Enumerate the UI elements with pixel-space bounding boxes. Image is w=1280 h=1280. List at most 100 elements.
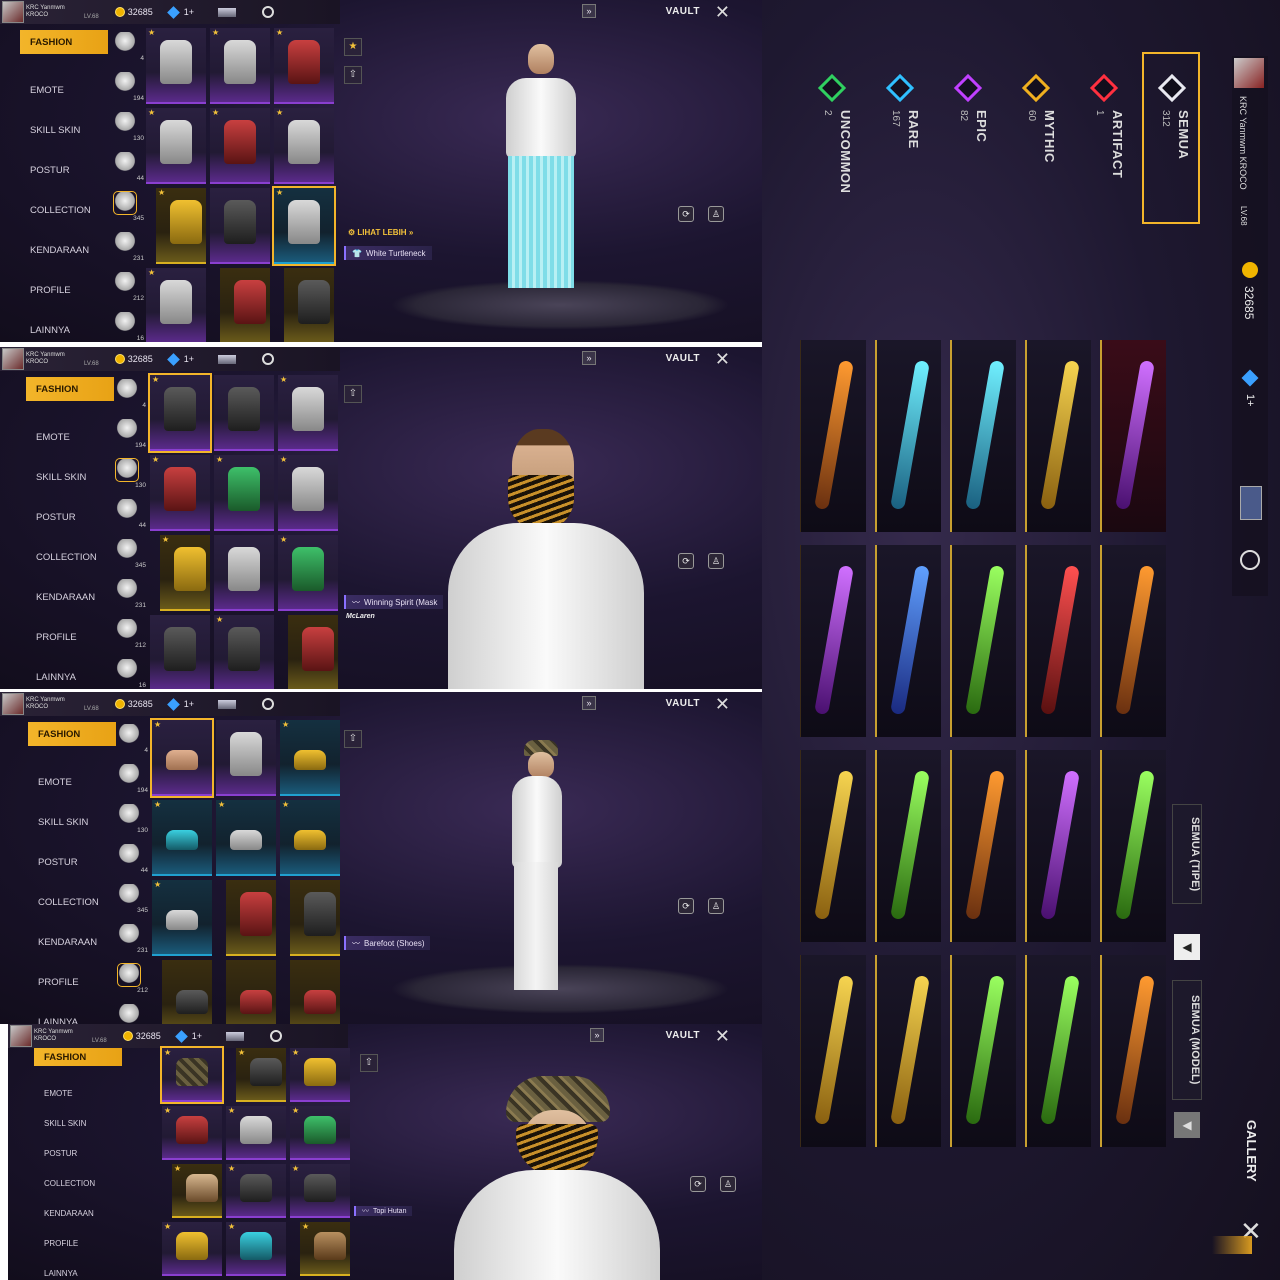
cat-lainnya[interactable]: LAINNYA xyxy=(26,657,114,689)
item-tile[interactable]: ★ xyxy=(150,455,210,531)
item-tile[interactable] xyxy=(226,960,276,1024)
sub-item[interactable]: 345 xyxy=(112,880,148,920)
weapon-slot[interactable] xyxy=(950,340,1016,532)
cat-fashion[interactable]: FASHION xyxy=(20,30,108,54)
player-avatar[interactable] xyxy=(2,348,24,370)
sub-item[interactable]: 16 xyxy=(112,1000,148,1024)
cat-profile[interactable]: PROFILE xyxy=(28,962,116,1002)
share-icon[interactable]: » xyxy=(582,696,596,710)
sub-item[interactable]: 16 xyxy=(110,655,146,689)
filter-type-tab[interactable]: SEMUA (TIPE) xyxy=(1172,804,1202,904)
weapon-slot[interactable] xyxy=(1025,545,1091,737)
item-tile[interactable]: ★ xyxy=(290,1164,350,1218)
rotate-icon[interactable]: ⟳ xyxy=(678,206,694,222)
cat-kendaraan[interactable]: KENDARAAN xyxy=(26,577,114,617)
weapon-slot[interactable] xyxy=(1100,955,1166,1147)
sub-item[interactable]: 212 xyxy=(110,615,146,655)
weapon-slot[interactable] xyxy=(875,545,941,737)
rotate-icon[interactable]: ⟳ xyxy=(678,898,694,914)
weapon-slot[interactable] xyxy=(800,750,866,942)
filter-model-tab[interactable]: SEMUA (MODEL) xyxy=(1172,980,1202,1100)
item-tile[interactable]: ★ xyxy=(226,1164,286,1218)
item-tile[interactable]: ★ xyxy=(152,880,212,956)
cat-postur[interactable]: POSTUR xyxy=(34,1138,122,1168)
sub-item[interactable]: 44 xyxy=(110,495,146,535)
item-tile[interactable]: ★ xyxy=(274,108,334,184)
rarity-tab-artifact[interactable]: ARTIFACT 1 xyxy=(1080,62,1130,222)
globe-icon[interactable] xyxy=(261,353,274,365)
item-tile[interactable] xyxy=(226,880,276,956)
sub-item[interactable]: 16 xyxy=(108,308,144,342)
globe-icon[interactable] xyxy=(261,698,274,710)
cat-lainnya[interactable]: LAINNYA xyxy=(28,1002,116,1025)
close-icon[interactable]: ✕ xyxy=(715,1026,730,1047)
close-icon[interactable]: ✕ xyxy=(715,349,730,370)
sub-item[interactable]: 4 xyxy=(112,720,148,760)
item-tile[interactable]: ★ xyxy=(156,188,206,264)
weapon-slot[interactable] xyxy=(875,750,941,942)
flag-icon[interactable] xyxy=(1240,486,1262,520)
sub-item[interactable]: 194 xyxy=(108,68,144,108)
item-tile[interactable] xyxy=(214,535,274,611)
player-avatar[interactable] xyxy=(10,1025,32,1047)
sub-item[interactable]: 194 xyxy=(110,415,146,455)
sub-item[interactable]: 130 xyxy=(108,108,144,148)
weapon-slot[interactable] xyxy=(800,545,866,737)
item-tile-selected[interactable]: ★ xyxy=(272,186,336,266)
item-tile[interactable] xyxy=(214,375,274,451)
item-tile[interactable]: ★ xyxy=(274,28,334,104)
cat-emote[interactable]: EMOTE xyxy=(34,1078,122,1108)
rarity-tab-uncommon[interactable]: UNCOMMON 2 xyxy=(808,62,858,222)
item-tile[interactable] xyxy=(288,615,338,689)
item-tile[interactable] xyxy=(162,960,212,1024)
item-tile[interactable]: ★ xyxy=(280,720,340,796)
globe-icon[interactable] xyxy=(1240,550,1260,570)
sub-item[interactable]: 231 xyxy=(108,228,144,268)
item-tile[interactable] xyxy=(290,960,340,1024)
cat-skill-skin[interactable]: SKILL SKIN xyxy=(20,110,108,150)
pose-icon[interactable]: ♙ xyxy=(708,553,724,569)
item-tile[interactable]: ★ xyxy=(280,800,340,876)
equip-figure-icon[interactable]: ⇧ xyxy=(360,1054,378,1072)
item-tile[interactable] xyxy=(216,720,276,796)
share-icon[interactable]: » xyxy=(582,4,596,18)
cat-profile[interactable]: PROFILE xyxy=(20,270,108,310)
player-avatar[interactable] xyxy=(2,693,24,715)
cat-skill-skin[interactable]: SKILL SKIN xyxy=(28,802,116,842)
item-tile-selected[interactable]: ★ xyxy=(150,718,214,798)
rarity-tab-rare[interactable]: RARE 167 xyxy=(876,62,926,222)
cat-fashion[interactable]: FASHION xyxy=(28,722,116,746)
item-tile[interactable]: ★ xyxy=(278,375,338,451)
player-avatar[interactable] xyxy=(1234,58,1264,88)
cat-collection[interactable]: COLLECTION xyxy=(26,537,114,577)
item-tile[interactable]: ★ xyxy=(278,535,338,611)
flag-icon[interactable] xyxy=(225,1031,244,1041)
favorite-star-icon[interactable]: ★ xyxy=(344,38,362,56)
item-tile[interactable] xyxy=(210,188,270,264)
sub-item[interactable]: 4 xyxy=(110,375,146,415)
cat-collection[interactable]: COLLECTION xyxy=(34,1168,122,1198)
sub-item[interactable]: 44 xyxy=(108,148,144,188)
sub-item[interactable]: 345 xyxy=(108,188,144,228)
item-tile[interactable]: ★ xyxy=(226,1106,286,1160)
sub-item[interactable]: 231 xyxy=(112,920,148,960)
weapon-slot[interactable] xyxy=(875,340,941,532)
item-tile[interactable]: ★ xyxy=(290,1048,350,1102)
rarity-tab-epic[interactable]: EPIC 82 xyxy=(944,62,994,222)
cat-skill-skin[interactable]: SKILL SKIN xyxy=(26,457,114,497)
cat-fashion[interactable]: FASHION xyxy=(34,1048,122,1066)
item-tile-selected[interactable]: ★ xyxy=(148,373,212,453)
item-tile[interactable]: ★ xyxy=(300,1222,350,1276)
rotate-icon[interactable]: ⟳ xyxy=(690,1176,706,1192)
share-icon[interactable]: » xyxy=(590,1028,604,1042)
weapon-slot[interactable] xyxy=(875,955,941,1147)
weapon-slot[interactable] xyxy=(1100,340,1166,532)
item-tile[interactable] xyxy=(290,880,340,956)
flag-icon[interactable] xyxy=(217,7,236,17)
close-icon[interactable]: ✕ xyxy=(715,2,730,23)
item-tile[interactable] xyxy=(220,268,270,342)
sub-item[interactable]: 231 xyxy=(110,575,146,615)
item-tile[interactable]: ★ xyxy=(162,1106,222,1160)
cat-postur[interactable]: POSTUR xyxy=(20,150,108,190)
weapon-slot[interactable] xyxy=(1025,955,1091,1147)
